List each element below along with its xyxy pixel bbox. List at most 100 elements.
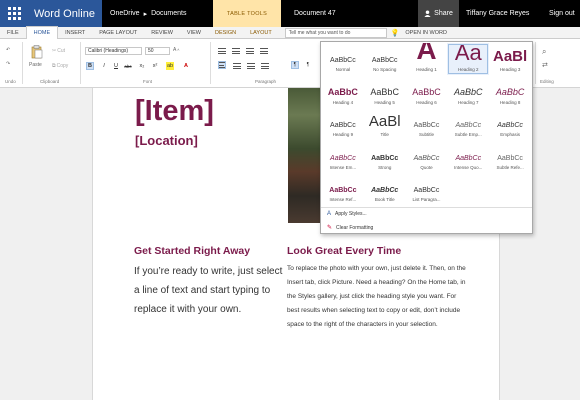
style-normal[interactable]: AaBbCc Normal bbox=[322, 43, 364, 75]
cut-button[interactable]: ✂ Cut bbox=[52, 48, 65, 54]
apply-styles-icon: A bbox=[327, 211, 332, 217]
breadcrumb-folder[interactable]: Documents bbox=[151, 10, 186, 17]
paragraph-group-label: Paragraph bbox=[255, 79, 277, 84]
ltr-direction-icon[interactable]: ¶ bbox=[291, 61, 299, 69]
style-intense-quote[interactable]: AaBbCc Intense Quo... bbox=[447, 140, 489, 172]
apply-styles-button[interactable]: A Apply Styles... bbox=[327, 211, 367, 217]
person-icon bbox=[424, 10, 431, 17]
undo-icon[interactable]: ↶ bbox=[6, 47, 10, 53]
share-label: Share bbox=[434, 10, 453, 17]
style-subtle-reference[interactable]: AaBbCc Subtle Refe... bbox=[489, 140, 531, 172]
clear-formatting-button[interactable]: ✎ Clear Formatting bbox=[327, 224, 374, 232]
style-heading-5[interactable]: AaBbC Heading 5 bbox=[364, 75, 406, 107]
open-in-word-button[interactable]: OPEN IN WORD bbox=[405, 30, 447, 36]
style-subtle-emphasis[interactable]: AaBbCc Subtle Emp... bbox=[447, 108, 489, 140]
app-launcher-icon[interactable] bbox=[0, 0, 28, 27]
redo-icon[interactable]: ↷ bbox=[6, 61, 10, 67]
copy-label: Copy bbox=[56, 63, 69, 69]
grow-font-icon[interactable]: A ^ bbox=[173, 47, 179, 53]
tab-insert[interactable]: INSERT bbox=[58, 27, 92, 39]
style-strong[interactable]: AaBbCc Strong bbox=[364, 140, 406, 172]
undo-group-label: Undo bbox=[5, 79, 16, 84]
align-left-button[interactable] bbox=[218, 61, 226, 69]
superscript-button[interactable]: x² bbox=[151, 62, 159, 70]
bold-button[interactable]: B bbox=[86, 62, 94, 70]
increase-indent-icon[interactable] bbox=[260, 48, 268, 54]
style-heading-8[interactable]: AaBbC Heading 8 bbox=[489, 75, 531, 107]
style-no-spacing[interactable]: AaBbCc No Spacing bbox=[364, 43, 406, 75]
style-intense-emphasis[interactable]: AaBbCc Intense Em... bbox=[322, 140, 364, 172]
signout-link[interactable]: Sign out bbox=[545, 0, 575, 27]
styles-grid: AaBbCc Normal AaBbCc No Spacing A Heading 1… bbox=[322, 43, 531, 205]
breadcrumb: OneDrive ▸ Documents bbox=[102, 0, 213, 27]
highlight-button[interactable]: ab bbox=[166, 62, 174, 70]
document-title[interactable]: [Item] bbox=[135, 95, 214, 128]
copy-button[interactable]: ⧉ Copy bbox=[52, 63, 68, 69]
tab-view[interactable]: VIEW bbox=[180, 27, 208, 39]
paste-button[interactable]: Paste bbox=[29, 62, 42, 68]
document-location[interactable]: [Location] bbox=[135, 133, 198, 148]
bullets-icon[interactable] bbox=[218, 48, 226, 54]
find-icon[interactable]: ⌕ bbox=[542, 47, 546, 57]
style-heading-7[interactable]: AaBbC Heading 7 bbox=[447, 75, 489, 107]
font-group-label: Font bbox=[143, 79, 153, 84]
ribbon-tabs: FILE HOME INSERT PAGE LAYOUT REVIEW VIEW… bbox=[0, 26, 580, 39]
tell-me-input[interactable]: Tell me what you want to do bbox=[284, 27, 387, 38]
breadcrumb-separator-icon: ▸ bbox=[143, 10, 148, 18]
decrease-indent-icon[interactable] bbox=[246, 48, 254, 54]
underline-button[interactable]: U bbox=[112, 62, 120, 70]
style-emphasis[interactable]: AaBbCc Emphasis bbox=[489, 108, 531, 140]
title-bar: Word Online OneDrive ▸ Documents TABLE T… bbox=[0, 0, 580, 27]
app-name[interactable]: Word Online bbox=[28, 0, 102, 27]
style-heading-4[interactable]: AaBbC Heading 4 bbox=[322, 75, 364, 107]
rtl-direction-icon[interactable]: ¶ bbox=[304, 61, 312, 69]
style-title[interactable]: AaBl Title bbox=[364, 108, 406, 140]
right-body-text[interactable]: To replace the photo with your own, just… bbox=[287, 262, 467, 332]
style-heading-6[interactable]: AaBbC Heading 6 bbox=[406, 75, 448, 107]
tab-page-layout[interactable]: PAGE LAYOUT bbox=[92, 27, 144, 39]
style-heading-3[interactable]: AaBl Heading 3 bbox=[489, 43, 531, 75]
document-name[interactable]: Document 47 bbox=[281, 0, 418, 27]
user-name[interactable]: Tiffany Grace Reyes bbox=[459, 0, 545, 27]
tab-review[interactable]: REVIEW bbox=[144, 27, 180, 39]
align-center-icon[interactable] bbox=[233, 63, 241, 69]
style-heading-2[interactable]: Aa Heading 2 bbox=[447, 43, 490, 76]
numbering-icon[interactable] bbox=[232, 48, 240, 54]
style-intense-reference[interactable]: AaBbCc Intense Ref... bbox=[322, 173, 364, 205]
right-heading[interactable]: Look Great Every Time bbox=[287, 245, 401, 257]
justify-icon[interactable] bbox=[261, 63, 269, 69]
left-heading[interactable]: Get Started Right Away bbox=[134, 245, 250, 257]
font-name-select[interactable]: Calibri (Headings) bbox=[85, 47, 142, 55]
italic-button[interactable]: I bbox=[100, 62, 108, 70]
tab-layout[interactable]: LAYOUT bbox=[243, 27, 279, 39]
style-list-paragraph[interactable]: AaBbCc List Paragra... bbox=[406, 173, 448, 205]
align-right-icon[interactable] bbox=[247, 63, 255, 69]
style-heading-1[interactable]: A Heading 1 bbox=[406, 43, 448, 75]
font-size-select[interactable]: 50 bbox=[145, 47, 170, 55]
apply-styles-label: Apply Styles... bbox=[335, 211, 367, 217]
clear-formatting-label: Clear Formatting bbox=[336, 224, 374, 231]
tab-file[interactable]: FILE bbox=[0, 27, 26, 39]
copy-icon: ⧉ bbox=[52, 63, 56, 69]
tab-design[interactable]: DESIGN bbox=[208, 27, 243, 39]
tab-home[interactable]: HOME bbox=[25, 26, 59, 39]
lightbulb-icon: 💡 bbox=[390, 29, 400, 37]
clipboard-group-label: Clipboard bbox=[40, 79, 60, 84]
styles-gallery-dropdown: AaBbCc Normal AaBbCc No Spacing A Heading 1… bbox=[320, 41, 533, 234]
font-color-button[interactable]: A bbox=[182, 62, 190, 70]
style-subtitle[interactable]: AaBbCc Subtitle bbox=[406, 108, 448, 140]
gallery-divider bbox=[321, 207, 532, 208]
table-tools-context-label: TABLE TOOLS bbox=[213, 0, 281, 27]
share-button[interactable]: Share bbox=[418, 0, 459, 27]
style-quote[interactable]: AaBbCc Quote bbox=[406, 140, 448, 172]
editing-group-label: Editing bbox=[540, 79, 554, 84]
replace-icon[interactable]: ⇄ bbox=[542, 61, 548, 69]
scissors-icon: ✂ bbox=[52, 48, 57, 54]
paste-icon[interactable] bbox=[31, 45, 43, 59]
subscript-button[interactable]: x₂ bbox=[138, 62, 146, 70]
left-body-text[interactable]: If you’re ready to write, just select a … bbox=[134, 262, 284, 319]
strikethrough-button[interactable]: abc bbox=[124, 62, 132, 70]
style-book-title[interactable]: AaBbCc Book Title bbox=[364, 173, 406, 205]
breadcrumb-location[interactable]: OneDrive bbox=[110, 10, 140, 17]
style-heading-9[interactable]: AaBbCc Heading 9 bbox=[322, 108, 364, 140]
